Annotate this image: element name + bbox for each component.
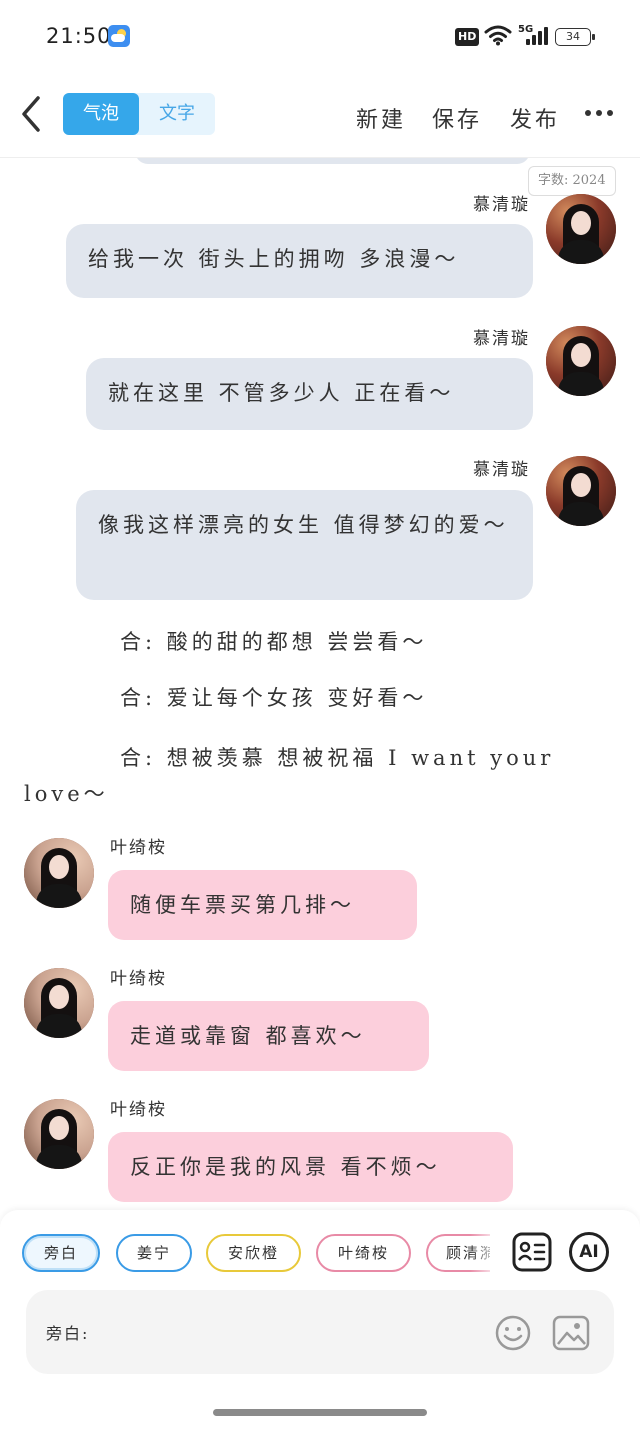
speaker-name: 叶绮桉: [110, 969, 167, 989]
speaker-name: 慕清璇: [473, 195, 530, 215]
battery-icon: 34: [555, 28, 595, 46]
back-arrow-icon[interactable]: [18, 94, 48, 134]
status-bar: 21:50 HD 5G 34: [0, 0, 640, 72]
message-bubble[interactable]: 就在这里 不管多少人 正在看～: [86, 358, 533, 430]
word-count-badge: 字数: 2024: [528, 166, 616, 196]
message-bubble[interactable]: 给我一次 街头上的拥吻 多浪漫～: [66, 224, 533, 298]
dialogue-input[interactable]: 旁白:: [26, 1290, 614, 1374]
narration-line[interactable]: 合: 酸的甜的都想 尝尝看～: [120, 624, 600, 660]
tab-bubble[interactable]: 气泡: [63, 93, 139, 135]
chip-fade: [470, 1232, 500, 1274]
clock: 21:50: [46, 24, 112, 48]
home-indicator[interactable]: [213, 1409, 427, 1416]
image-icon[interactable]: [552, 1314, 590, 1352]
ai-button[interactable]: AI: [569, 1232, 609, 1272]
character-chip-anxincheng[interactable]: 安欣橙: [206, 1234, 301, 1272]
speaker-name: 叶绮桉: [110, 1100, 167, 1120]
character-chip-jiangning[interactable]: 姜宁: [116, 1234, 192, 1272]
input-speaker-label: 旁白:: [46, 1324, 90, 1343]
avatar[interactable]: [546, 326, 616, 396]
more-icon[interactable]: [585, 110, 613, 118]
publish-button[interactable]: 发布: [510, 102, 560, 134]
narration-line[interactable]: 合: 爱让每个女孩 变好看～: [120, 680, 600, 716]
editor-header: 气泡 文字 新建 保存 发布: [0, 80, 640, 158]
avatar[interactable]: [546, 194, 616, 264]
weather-icon: [108, 25, 130, 47]
new-button[interactable]: 新建: [356, 102, 406, 134]
character-chip-narrator[interactable]: 旁白: [22, 1234, 100, 1272]
avatar[interactable]: [546, 456, 616, 526]
tab-text[interactable]: 文字: [139, 93, 215, 135]
partial-bubble: [135, 158, 530, 164]
signal-icon: [522, 27, 548, 45]
save-button[interactable]: 保存: [432, 102, 482, 134]
message-bubble[interactable]: 反正你是我的风景 看不烦～: [108, 1132, 513, 1202]
mode-switch: 气泡 文字: [63, 93, 215, 135]
avatar[interactable]: [24, 838, 94, 908]
avatar[interactable]: [24, 1099, 94, 1169]
smiley-icon[interactable]: [494, 1314, 532, 1352]
speaker-name: 慕清璇: [473, 460, 530, 480]
hd-badge: HD: [455, 28, 480, 46]
message-bubble[interactable]: 随便车票买第几排～: [108, 870, 417, 940]
avatar[interactable]: [24, 968, 94, 1038]
character-chip-yeqian[interactable]: 叶绮桉: [316, 1234, 411, 1272]
composer-panel: 旁白 姜宁 安欣橙 叶绮桉 顾清漪 AI 旁白:: [0, 1210, 640, 1429]
message-bubble[interactable]: 走道或靠窗 都喜欢～: [108, 1001, 429, 1071]
character-card-icon[interactable]: [512, 1232, 552, 1272]
speaker-name: 慕清璇: [473, 329, 530, 349]
speaker-name: 叶绮桉: [110, 838, 167, 858]
narration-line[interactable]: 合: 想被羡慕 想被祝福 I want your love～: [24, 740, 604, 812]
message-bubble[interactable]: 像我这样漂亮的女生 值得梦幻的爱～: [76, 490, 533, 600]
chat-area[interactable]: 字数: 2024 慕清璇 给我一次 街头上的拥吻 多浪漫～ 慕清璇 就在这里 不…: [0, 158, 640, 1210]
wifi-icon: [484, 25, 512, 46]
